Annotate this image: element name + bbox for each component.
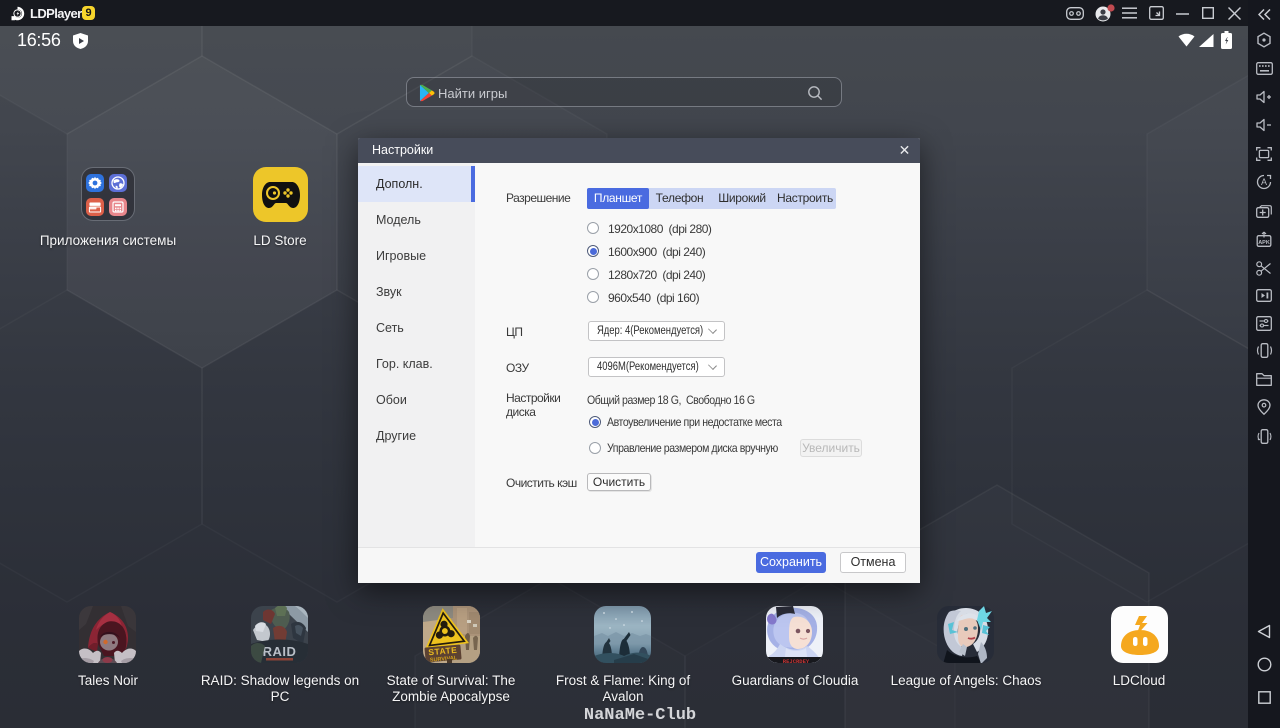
svg-text:RAID: RAID xyxy=(263,644,297,659)
svg-text:A: A xyxy=(1261,177,1267,187)
svg-text:REJCRDEY: REJCRDEY xyxy=(783,658,810,663)
svg-text:APK: APK xyxy=(1258,240,1270,246)
